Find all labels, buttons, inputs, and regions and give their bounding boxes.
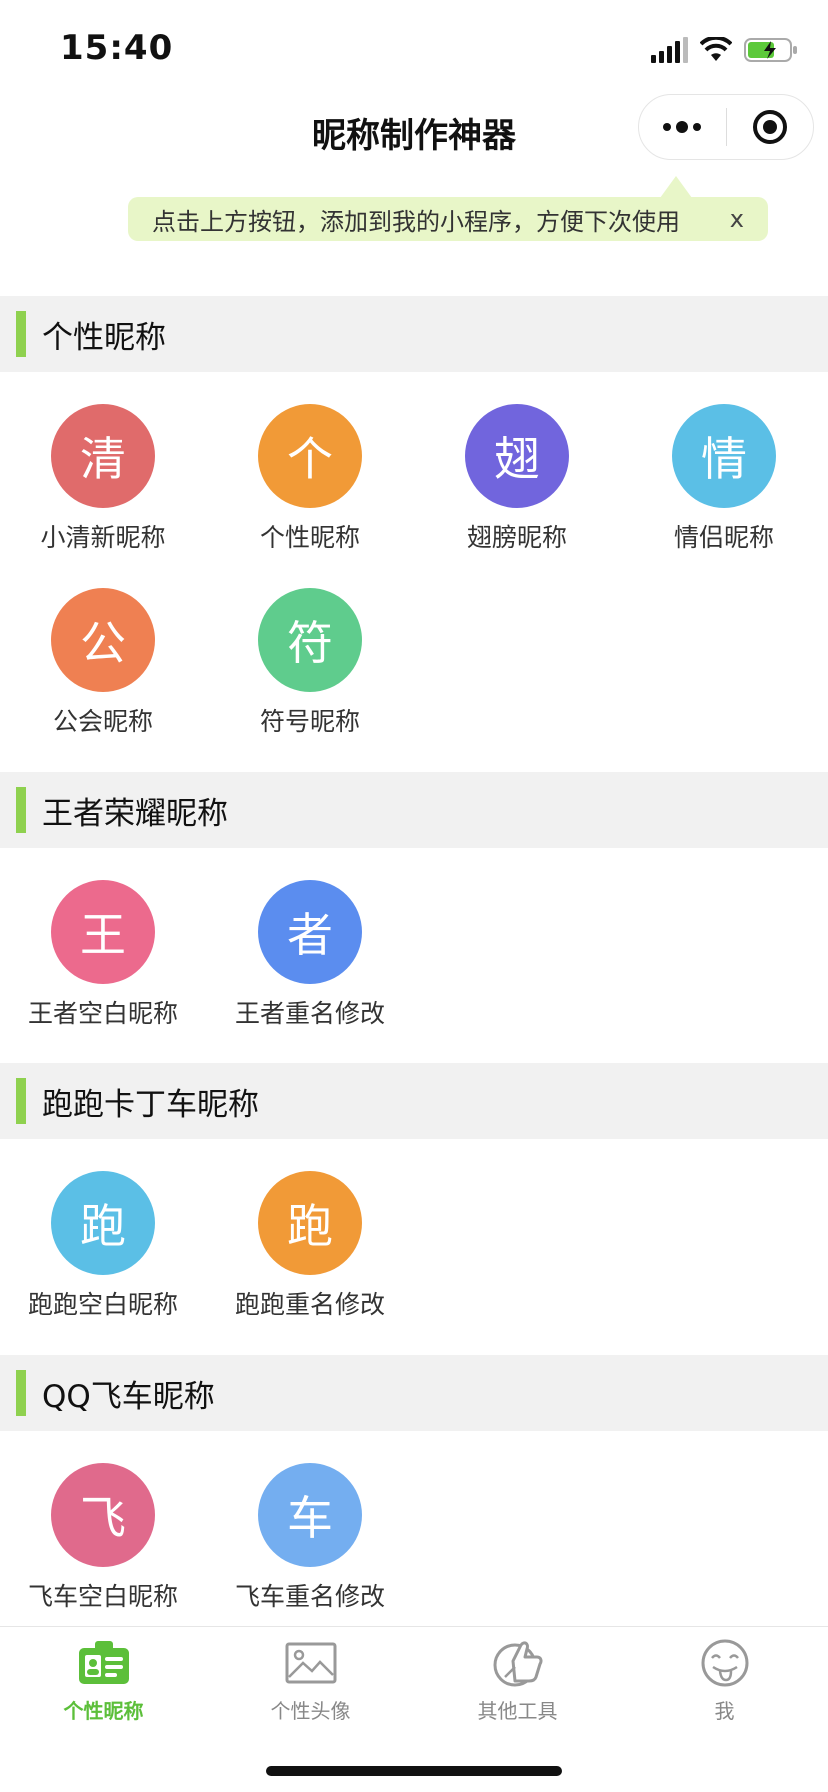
nickname-item-personal[interactable]: 个 个性昵称	[207, 404, 413, 554]
item-circle: 车	[258, 1463, 362, 1567]
nickname-item-kart-blank[interactable]: 跑 跑跑空白昵称	[0, 1171, 206, 1321]
item-label: 小清新昵称	[40, 523, 166, 552]
section-header-qq-speed: QQ飞车昵称	[0, 1355, 828, 1431]
item-circle: 跑	[51, 1171, 155, 1275]
tab-label: 我	[714, 1699, 735, 1723]
section-header-kartrider: 跑跑卡丁车昵称	[0, 1063, 828, 1139]
status-bar: 15:40	[0, 0, 828, 96]
more-button[interactable]	[639, 94, 726, 160]
item-circle: 情	[672, 404, 776, 508]
item-label: 王者重名修改	[234, 999, 385, 1028]
thumbs-up-icon	[490, 1635, 546, 1691]
item-label: 公会昵称	[52, 707, 153, 736]
nickname-item-symbol[interactable]: 符 符号昵称	[207, 588, 413, 738]
nickname-item-hok-rename[interactable]: 者 王者重名修改	[207, 880, 413, 1030]
item-circle: 清	[51, 404, 155, 508]
item-label: 符号昵称	[259, 707, 360, 736]
item-label: 飞车空白昵称	[27, 1582, 178, 1611]
id-card-icon	[76, 1635, 132, 1691]
tab-personal-nickname[interactable]: 个性昵称	[0, 1635, 207, 1724]
item-label: 跑跑重名修改	[234, 1290, 385, 1319]
target-icon	[752, 110, 787, 144]
tab-personal-avatar[interactable]: 个性头像	[207, 1635, 414, 1724]
section-header-honor-of-kings: 王者荣耀昵称	[0, 772, 828, 848]
nickname-item-wings[interactable]: 翅 翅膀昵称	[414, 404, 620, 554]
item-label: 情侣昵称	[673, 523, 774, 552]
item-circle: 符	[258, 588, 362, 692]
item-label: 跑跑空白昵称	[27, 1290, 178, 1319]
item-circle: 王	[51, 880, 155, 984]
wifi-icon	[700, 37, 732, 61]
section-accent-bar	[16, 1078, 26, 1124]
tab-label: 其他工具	[477, 1699, 558, 1723]
tip-arrow	[660, 176, 692, 198]
tongue-face-icon	[697, 1635, 753, 1691]
tip-close-button[interactable]: x	[720, 205, 744, 233]
nickname-item-fresh[interactable]: 清 小清新昵称	[0, 404, 206, 554]
section-accent-bar	[16, 1370, 26, 1416]
app-screen: 15:40 昵称制作神器 点击上方按钮，添加到我的小程序，方便下次使用 x 个性…	[0, 0, 828, 1792]
item-label: 王者空白昵称	[27, 999, 178, 1028]
tab-label: 个性头像	[270, 1699, 351, 1723]
section-title: QQ飞车昵称	[42, 1378, 215, 1415]
nickname-item-kart-rename[interactable]: 跑 跑跑重名修改	[207, 1171, 413, 1321]
nav-bar: 昵称制作神器	[0, 94, 828, 184]
mini-program-capsule	[638, 94, 814, 160]
nickname-item-speed-blank[interactable]: 飞 飞车空白昵称	[0, 1463, 206, 1613]
nickname-item-speed-rename[interactable]: 车 飞车重名修改	[207, 1463, 413, 1613]
item-circle: 跑	[258, 1171, 362, 1275]
item-label: 飞车重名修改	[234, 1582, 385, 1611]
nickname-item-guild[interactable]: 公 公会昵称	[0, 588, 206, 738]
home-indicator	[266, 1766, 562, 1776]
tab-other-tools[interactable]: 其他工具	[414, 1635, 621, 1724]
section-title: 王者荣耀昵称	[42, 795, 228, 832]
item-circle: 公	[51, 588, 155, 692]
nickname-item-couple[interactable]: 情 情侣昵称	[621, 404, 827, 554]
add-to-my-programs-tip: 点击上方按钮，添加到我的小程序，方便下次使用 x	[128, 197, 768, 241]
item-label: 个性昵称	[259, 523, 360, 552]
item-label: 翅膀昵称	[466, 523, 567, 552]
nickname-item-hok-blank[interactable]: 王 王者空白昵称	[0, 880, 206, 1030]
item-circle: 翅	[465, 404, 569, 508]
battery-charging-icon	[744, 38, 797, 62]
tab-label: 个性昵称	[63, 1699, 144, 1723]
close-program-button[interactable]	[727, 94, 814, 160]
section-accent-bar	[16, 787, 26, 833]
section-header-personal: 个性昵称	[0, 296, 828, 372]
tip-text: 点击上方按钮，添加到我的小程序，方便下次使用	[152, 207, 680, 236]
item-circle: 个	[258, 404, 362, 508]
tab-me[interactable]: 我	[621, 1635, 828, 1724]
section-title: 跑跑卡丁车昵称	[42, 1086, 259, 1123]
section-title: 个性昵称	[42, 319, 166, 356]
item-circle: 者	[258, 880, 362, 984]
status-icons	[651, 32, 798, 68]
status-time: 15:40	[60, 28, 174, 68]
section-accent-bar	[16, 311, 26, 357]
item-circle: 飞	[51, 1463, 155, 1567]
image-icon	[283, 1635, 339, 1691]
cellular-signal-icon	[651, 37, 688, 63]
